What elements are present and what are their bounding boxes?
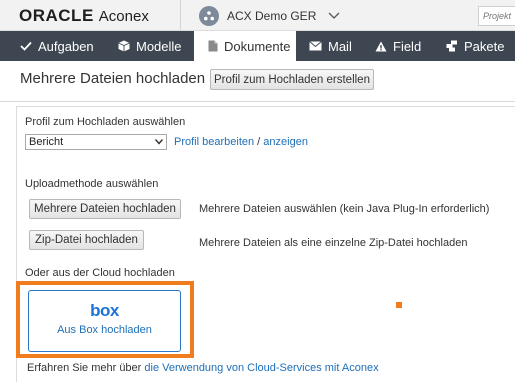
divider	[0, 101, 515, 102]
create-upload-profile-button[interactable]: Profil zum Hochladen erstellen	[210, 69, 374, 90]
upload-zip-button[interactable]: Zip-Datei hochladen	[29, 230, 144, 250]
box-logo: box	[90, 301, 119, 320]
profile-links: Profil bearbeiten / anzeigen	[174, 136, 308, 148]
main-nav: Aufgaben Modelle Dokumente Mail Field Pa…	[0, 31, 515, 61]
cloud-info-prefix: Erfahren Sie mehr über	[27, 362, 145, 374]
upload-multiple-files-button[interactable]: Mehrere Dateien hochladen	[29, 199, 181, 219]
cursor-marker	[396, 302, 402, 308]
page-title: Mehrere Dateien hochladen	[20, 70, 206, 87]
logo-product: Aconex	[98, 8, 149, 25]
upload-zip-description: Mehrere Dateien als eine einzelne Zip-Da…	[199, 237, 468, 249]
chevron-down-icon	[155, 139, 163, 145]
profile-select[interactable]: Bericht	[25, 134, 167, 150]
oracle-aconex-logo[interactable]: ORACLE Aconex	[19, 6, 149, 26]
profile-select-value: Bericht	[29, 136, 64, 148]
nav-tab-field[interactable]: Field	[361, 31, 434, 61]
nav-tab-label: Mail	[328, 38, 352, 54]
cloud-upload-label: Oder aus der Cloud hochladen	[25, 267, 175, 279]
check-icon	[20, 41, 32, 51]
document-icon	[208, 40, 218, 52]
nav-tab-label: Aufgaben	[38, 38, 94, 54]
nav-tab-label: Pakete	[464, 38, 505, 54]
upload-method-label: Uploadmethode auswählen	[25, 178, 159, 190]
project-search-input[interactable]	[478, 6, 515, 26]
nav-tab-label: Modelle	[136, 38, 182, 54]
nav-tab-pakete[interactable]: Pakete	[434, 31, 515, 61]
cloud-services-link[interactable]: die Verwendung von Cloud-Services mit Ac…	[144, 362, 378, 374]
edit-profile-link[interactable]: Profil bearbeiten	[174, 136, 254, 148]
cube-icon	[118, 40, 130, 52]
nav-tab-mail[interactable]: Mail	[296, 31, 361, 61]
mail-icon	[309, 41, 322, 51]
link-separator: /	[254, 136, 264, 148]
nav-tab-aufgaben[interactable]: Aufgaben	[0, 31, 106, 61]
profile-label: Profil zum Hochladen auswählen	[25, 116, 186, 128]
field-icon	[375, 41, 387, 52]
box-upload-label: Aus Box hochladen	[57, 324, 152, 336]
upload-multiple-description: Mehrere Dateien auswählen (kein Java Plu…	[199, 203, 490, 215]
chevron-down-icon	[328, 12, 340, 19]
nav-tab-dokumente[interactable]: Dokumente	[194, 31, 296, 61]
project-switcher[interactable]: ACX Demo GER	[181, 0, 347, 31]
view-profile-link[interactable]: anzeigen	[263, 136, 308, 148]
top-bar: ORACLE Aconex ACX Demo GER	[0, 0, 515, 31]
cloud-info-text: Erfahren Sie mehr über die Verwendung vo…	[27, 362, 379, 374]
project-avatar-icon	[199, 5, 219, 26]
project-name: ACX Demo GER	[227, 8, 317, 23]
nav-tab-label: Field	[393, 38, 422, 54]
package-icon	[446, 40, 458, 52]
logo-brand: ORACLE	[19, 6, 94, 25]
nav-tab-label: Dokumente	[224, 38, 291, 54]
nav-tab-modelle[interactable]: Modelle	[106, 31, 194, 61]
box-upload-button[interactable]: box Aus Box hochladen	[28, 290, 181, 352]
